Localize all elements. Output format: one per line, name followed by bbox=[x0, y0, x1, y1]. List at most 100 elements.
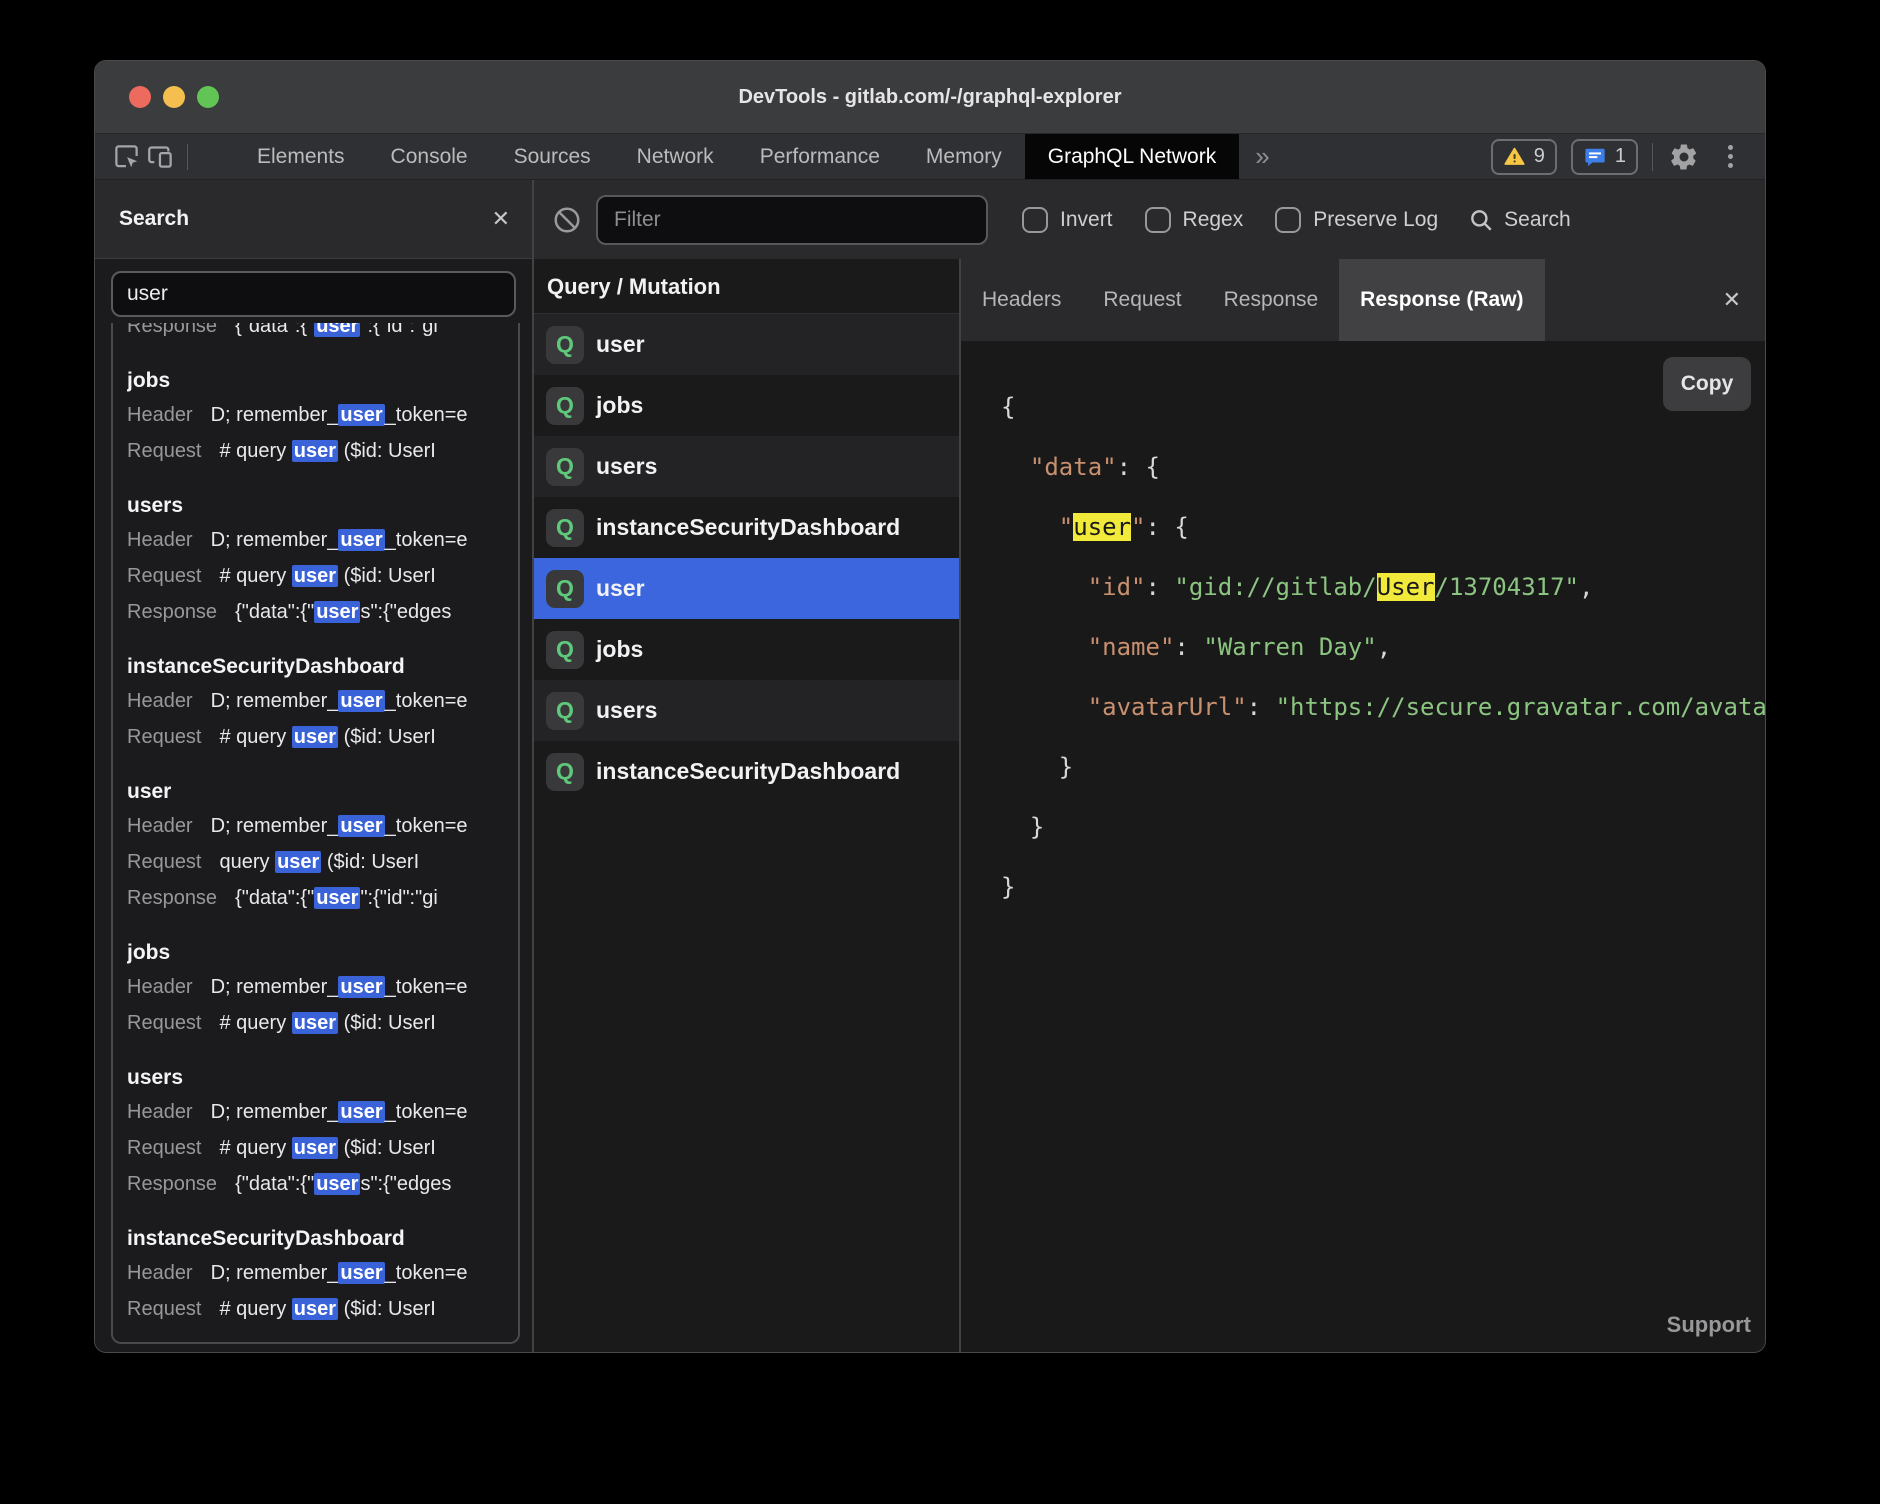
checkbox-box[interactable] bbox=[1022, 207, 1048, 233]
result-line-label: Request bbox=[127, 1012, 202, 1034]
warnings-badge[interactable]: 9 bbox=[1491, 139, 1557, 175]
more-tabs-icon[interactable]: » bbox=[1255, 141, 1269, 172]
json-line: "user": { bbox=[1001, 497, 1765, 557]
result-line[interactable]: Request# query user ($id: UserI bbox=[127, 558, 518, 594]
result-line[interactable]: Request# query user ($id: UserI bbox=[127, 719, 518, 755]
settings-gear-icon[interactable] bbox=[1667, 140, 1701, 174]
json-line: "name": "Warren Day", bbox=[1001, 617, 1765, 677]
result-group-title[interactable]: user bbox=[127, 775, 518, 808]
result-line[interactable]: Requestquery user ($id: UserI bbox=[127, 844, 518, 880]
query-list-item[interactable]: QinstanceSecurityDashboard bbox=[534, 497, 959, 558]
checkbox-preserve-log[interactable]: Preserve Log bbox=[1275, 207, 1438, 233]
close-detail-icon[interactable]: ✕ bbox=[1723, 287, 1741, 313]
detail-tab-request[interactable]: Request bbox=[1082, 259, 1202, 341]
query-list-item[interactable]: Qusers bbox=[534, 680, 959, 741]
result-group-title[interactable]: jobs bbox=[127, 364, 518, 397]
result-text: D; remember_ bbox=[211, 976, 339, 998]
tab-memory[interactable]: Memory bbox=[903, 134, 1025, 179]
result-line[interactable]: HeaderD; remember_user_token=e bbox=[127, 522, 518, 558]
result-group-title[interactable]: users bbox=[127, 1061, 518, 1094]
checkbox-box[interactable] bbox=[1275, 207, 1301, 233]
result-line[interactable]: HeaderD; remember_user_token=e bbox=[127, 808, 518, 844]
tab-network[interactable]: Network bbox=[614, 134, 737, 179]
result-line-value: D; remember_user_token=e bbox=[211, 976, 468, 998]
result-line[interactable]: Response{"data":{"user":{"id":"gi bbox=[127, 880, 518, 916]
query-list-item[interactable]: Qjobs bbox=[534, 619, 959, 680]
query-list-item[interactable]: Quser bbox=[534, 558, 959, 619]
match-highlight: user bbox=[338, 404, 384, 426]
result-line[interactable]: Request # query user ($id: UserI bbox=[127, 1005, 518, 1041]
json-token: : bbox=[1247, 693, 1276, 721]
tab-performance[interactable]: Performance bbox=[737, 134, 903, 179]
result-text: ":{"id":"gi bbox=[360, 323, 437, 337]
toolbar-divider bbox=[187, 144, 188, 170]
search-input[interactable] bbox=[111, 271, 516, 317]
search-toggle[interactable]: Search bbox=[1468, 207, 1571, 233]
result-line[interactable]: HeaderD; remember_user_token=e bbox=[127, 397, 518, 433]
messages-badge[interactable]: 1 bbox=[1571, 139, 1638, 175]
match-highlight: user bbox=[338, 1262, 384, 1284]
window-title: DevTools - gitlab.com/-/graphql-explorer bbox=[95, 86, 1765, 109]
copy-button[interactable]: Copy bbox=[1663, 357, 1751, 411]
json-line: "avatarUrl": "https://secure.gravatar.co… bbox=[1001, 677, 1765, 737]
match-highlight: user bbox=[292, 1012, 338, 1034]
detail-tab-response-raw[interactable]: Response (Raw) bbox=[1339, 259, 1544, 341]
result-line[interactable]: HeaderD; remember_user_token=e bbox=[127, 683, 518, 719]
json-token bbox=[1001, 573, 1088, 601]
result-line[interactable]: Response{"data":{"users":{"edges bbox=[127, 1166, 518, 1202]
clear-icon[interactable] bbox=[552, 205, 582, 235]
toolbar-right: 9 1 bbox=[1491, 139, 1765, 175]
result-text: {"data":{" bbox=[235, 323, 314, 337]
result-text: {"data":{" bbox=[235, 1173, 314, 1195]
result-line[interactable]: Response{"data":{"user":{"id":"gi bbox=[127, 323, 518, 344]
result-line[interactable]: Request# query user ($id: UserI bbox=[127, 1291, 518, 1327]
filter-input[interactable] bbox=[596, 195, 988, 245]
close-search-icon[interactable]: ✕ bbox=[492, 206, 510, 232]
match-highlight: user bbox=[314, 601, 360, 623]
query-list-item[interactable]: Qusers bbox=[534, 436, 959, 497]
query-list-item[interactable]: Qjobs bbox=[534, 375, 959, 436]
checkbox-box[interactable] bbox=[1145, 207, 1171, 233]
result-line[interactable]: HeaderD; remember_user_token=e bbox=[127, 1094, 518, 1130]
result-line-value: # query user ($id: UserI bbox=[220, 1012, 436, 1034]
detail-tab-response[interactable]: Response bbox=[1203, 259, 1340, 341]
result-group-title[interactable]: users bbox=[127, 489, 518, 522]
checkbox-regex[interactable]: Regex bbox=[1145, 207, 1244, 233]
result-line-value: D; remember_user_token=e bbox=[211, 404, 468, 426]
query-list-panel: Query / Mutation QuserQjobsQusersQinstan… bbox=[534, 259, 961, 1352]
result-line[interactable]: Request# query user ($id: UserI bbox=[127, 433, 518, 469]
tab-sources[interactable]: Sources bbox=[491, 134, 614, 179]
result-group-title[interactable]: jobs bbox=[127, 936, 518, 969]
result-line[interactable]: Response{"data":{"users":{"edges bbox=[127, 594, 518, 630]
result-line-value: # query user ($id: UserI bbox=[220, 1298, 436, 1320]
json-token bbox=[1001, 693, 1088, 721]
inspect-element-icon[interactable] bbox=[109, 140, 143, 174]
tab-console[interactable]: Console bbox=[368, 134, 491, 179]
result-text: D; remember_ bbox=[211, 529, 339, 551]
devtools-tabs: ElementsConsoleSourcesNetworkPerformance… bbox=[234, 134, 1239, 179]
detail-tab-headers[interactable]: Headers bbox=[961, 259, 1082, 341]
result-text: _token=e bbox=[385, 815, 468, 837]
result-text: # query bbox=[220, 440, 292, 462]
more-options-icon[interactable] bbox=[1715, 142, 1745, 172]
warning-count: 9 bbox=[1534, 145, 1545, 168]
result-line-value: D; remember_user_token=e bbox=[211, 1101, 468, 1123]
result-line[interactable]: HeaderD; remember_user_token=e bbox=[127, 1255, 518, 1291]
device-toolbar-icon[interactable] bbox=[143, 140, 177, 174]
result-group-title[interactable]: instanceSecurityDashboard bbox=[127, 650, 518, 683]
query-list-item[interactable]: QinstanceSecurityDashboard bbox=[534, 741, 959, 802]
result-line-label: Response bbox=[127, 601, 217, 623]
result-text: _token=e bbox=[385, 529, 468, 551]
result-line[interactable]: Request# query user ($id: UserI bbox=[127, 1130, 518, 1166]
checkbox-label: Invert bbox=[1060, 208, 1113, 232]
checkbox-invert[interactable]: Invert bbox=[1022, 207, 1113, 233]
support-link[interactable]: Support bbox=[1667, 1312, 1751, 1338]
result-line[interactable]: HeaderD; remember_user_token=e bbox=[127, 969, 518, 1005]
result-text: # query bbox=[220, 1298, 292, 1320]
query-list-item[interactable]: Quser bbox=[534, 314, 959, 375]
tab-elements[interactable]: Elements bbox=[234, 134, 368, 179]
result-group-title[interactable]: instanceSecurityDashboard bbox=[127, 1222, 518, 1255]
query-icon: Q bbox=[546, 692, 584, 730]
tab-graphql-network[interactable]: GraphQL Network bbox=[1025, 134, 1239, 179]
result-line-label: Header bbox=[127, 1262, 193, 1284]
